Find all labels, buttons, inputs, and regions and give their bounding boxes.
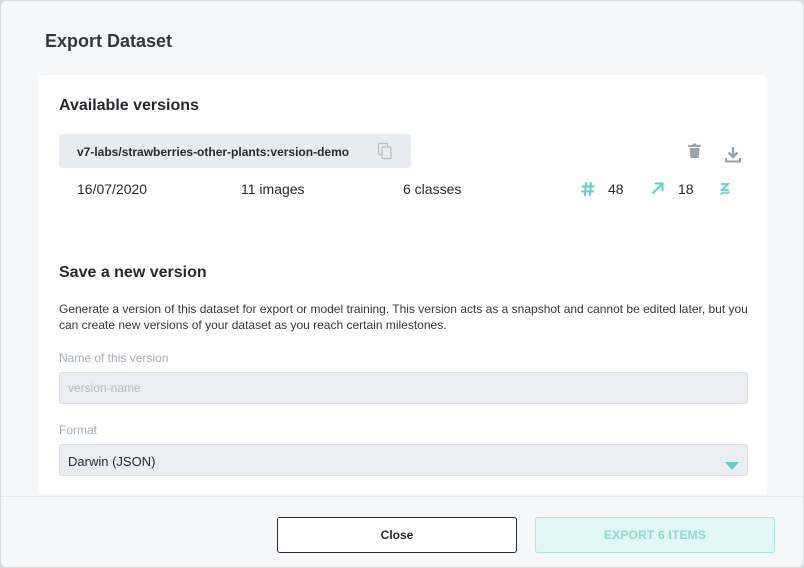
available-versions-title: Available versions (59, 97, 199, 114)
version-class-count: 6 classes (403, 181, 462, 197)
hash-icon (581, 182, 595, 201)
version-name: v7-labs/strawberries-other-plants:versio… (77, 145, 350, 159)
copy-icon[interactable] (377, 142, 393, 165)
dialog-footer: Close EXPORT 6 ITEMS (1, 496, 803, 567)
trash-icon[interactable] (687, 143, 702, 164)
format-select-value: Darwin (JSON) (68, 454, 156, 469)
dialog-title: Export Dataset (45, 31, 173, 51)
version-image-count: 11 images (241, 181, 305, 197)
close-button[interactable]: Close (277, 517, 517, 553)
version-date: 16/07/2020 (77, 181, 148, 197)
version-name-label: Name of this version (59, 351, 169, 365)
download-icon[interactable] (725, 146, 741, 168)
brush-icon (719, 182, 731, 201)
export-dataset-dialog: Export Dataset Available versions v7-lab… (1, 1, 803, 567)
version-chip: v7-labs/strawberries-other-plants:versio… (59, 134, 411, 168)
save-new-version-title: Save a new version (59, 264, 207, 281)
arrow-up-right-icon (651, 181, 665, 200)
new-version-description: Generate a version of this dataset for e… (59, 302, 748, 332)
format-select[interactable]: Darwin (JSON) (59, 444, 748, 476)
chevron-down-icon (725, 457, 739, 475)
version-name-input[interactable] (59, 372, 748, 404)
format-label: Format (59, 423, 98, 437)
export-items-button[interactable]: EXPORT 6 ITEMS (535, 517, 775, 553)
version-tag-count: 48 (608, 181, 624, 197)
version-annotation-count: 18 (678, 181, 694, 197)
